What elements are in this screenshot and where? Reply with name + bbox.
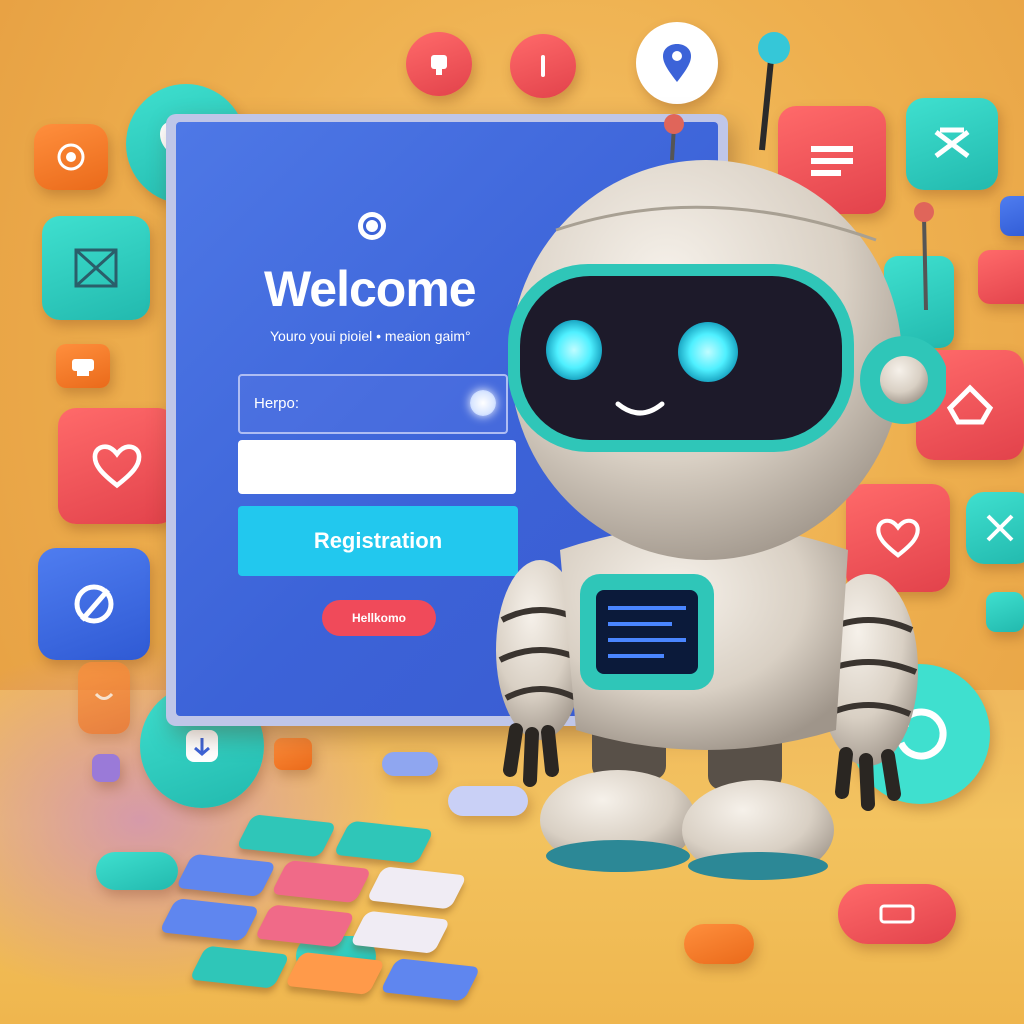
username-placeholder: Herpo: [254, 395, 300, 412]
robot-eye-right [678, 322, 738, 382]
keyboard-key[interactable] [366, 866, 468, 910]
keyboard-key[interactable] [270, 860, 372, 904]
robot-eye-left [546, 320, 602, 380]
image-icon [74, 248, 118, 288]
antenna-left [759, 49, 775, 151]
welcome-subtitle: Youro youi pioiel • meaion gaim° [270, 328, 471, 344]
password-input[interactable] [238, 440, 516, 494]
floor-red-button[interactable] [838, 884, 956, 944]
keyboard-key[interactable] [175, 853, 277, 897]
keyboard-key[interactable] [254, 904, 356, 948]
welcome-title: Welcome [264, 261, 477, 317]
trophy-icon [431, 55, 447, 75]
map-icon [186, 730, 218, 762]
chat-app-icon[interactable] [78, 662, 130, 734]
cross-app-icon[interactable] [966, 492, 1024, 564]
share-icon [74, 584, 114, 624]
robot-chest-screen [596, 590, 698, 674]
edge-red-chip [978, 250, 1024, 304]
antenna-ball [758, 32, 790, 64]
heart-card-app-icon[interactable] [58, 408, 176, 524]
keyboard-key[interactable] [333, 820, 435, 864]
target-app-icon[interactable] [34, 124, 108, 190]
small-purple-chip [92, 754, 120, 782]
keyboard-key[interactable] [235, 814, 337, 858]
card-icon [879, 904, 915, 924]
trophy-app-icon[interactable] [406, 32, 472, 96]
input-status-icon [470, 390, 496, 416]
scene: Welcome Youro youi pioiel • meaion gaim°… [0, 0, 1024, 1024]
app-logo-icon [358, 212, 386, 240]
floor-blue-button[interactable] [382, 752, 438, 776]
robot-mascot [496, 32, 946, 880]
image-app-icon[interactable] [42, 216, 150, 320]
small-orange-chip [274, 738, 312, 770]
secondary-button[interactable]: Hellkomo [322, 600, 436, 636]
printer-icon [72, 359, 94, 376]
printer-app-icon[interactable] [56, 344, 110, 388]
keyboard-key[interactable] [349, 910, 451, 954]
pencil-icon [946, 384, 994, 425]
keyboard-key[interactable] [379, 958, 481, 1002]
share-app-icon[interactable] [38, 548, 150, 660]
keyboard-key[interactable] [284, 951, 386, 995]
keyboard-key[interactable] [158, 898, 260, 942]
registration-button[interactable]: Registration [238, 506, 518, 576]
heart-icon [92, 444, 142, 489]
chat-icon [94, 692, 114, 700]
edge-blue-chip [1000, 196, 1024, 236]
small-teal-chip [986, 592, 1024, 632]
target-icon [57, 143, 85, 171]
floor-orange-button[interactable] [684, 924, 754, 964]
tools-icon [986, 514, 1014, 542]
username-input[interactable]: Herpo: [238, 374, 508, 434]
